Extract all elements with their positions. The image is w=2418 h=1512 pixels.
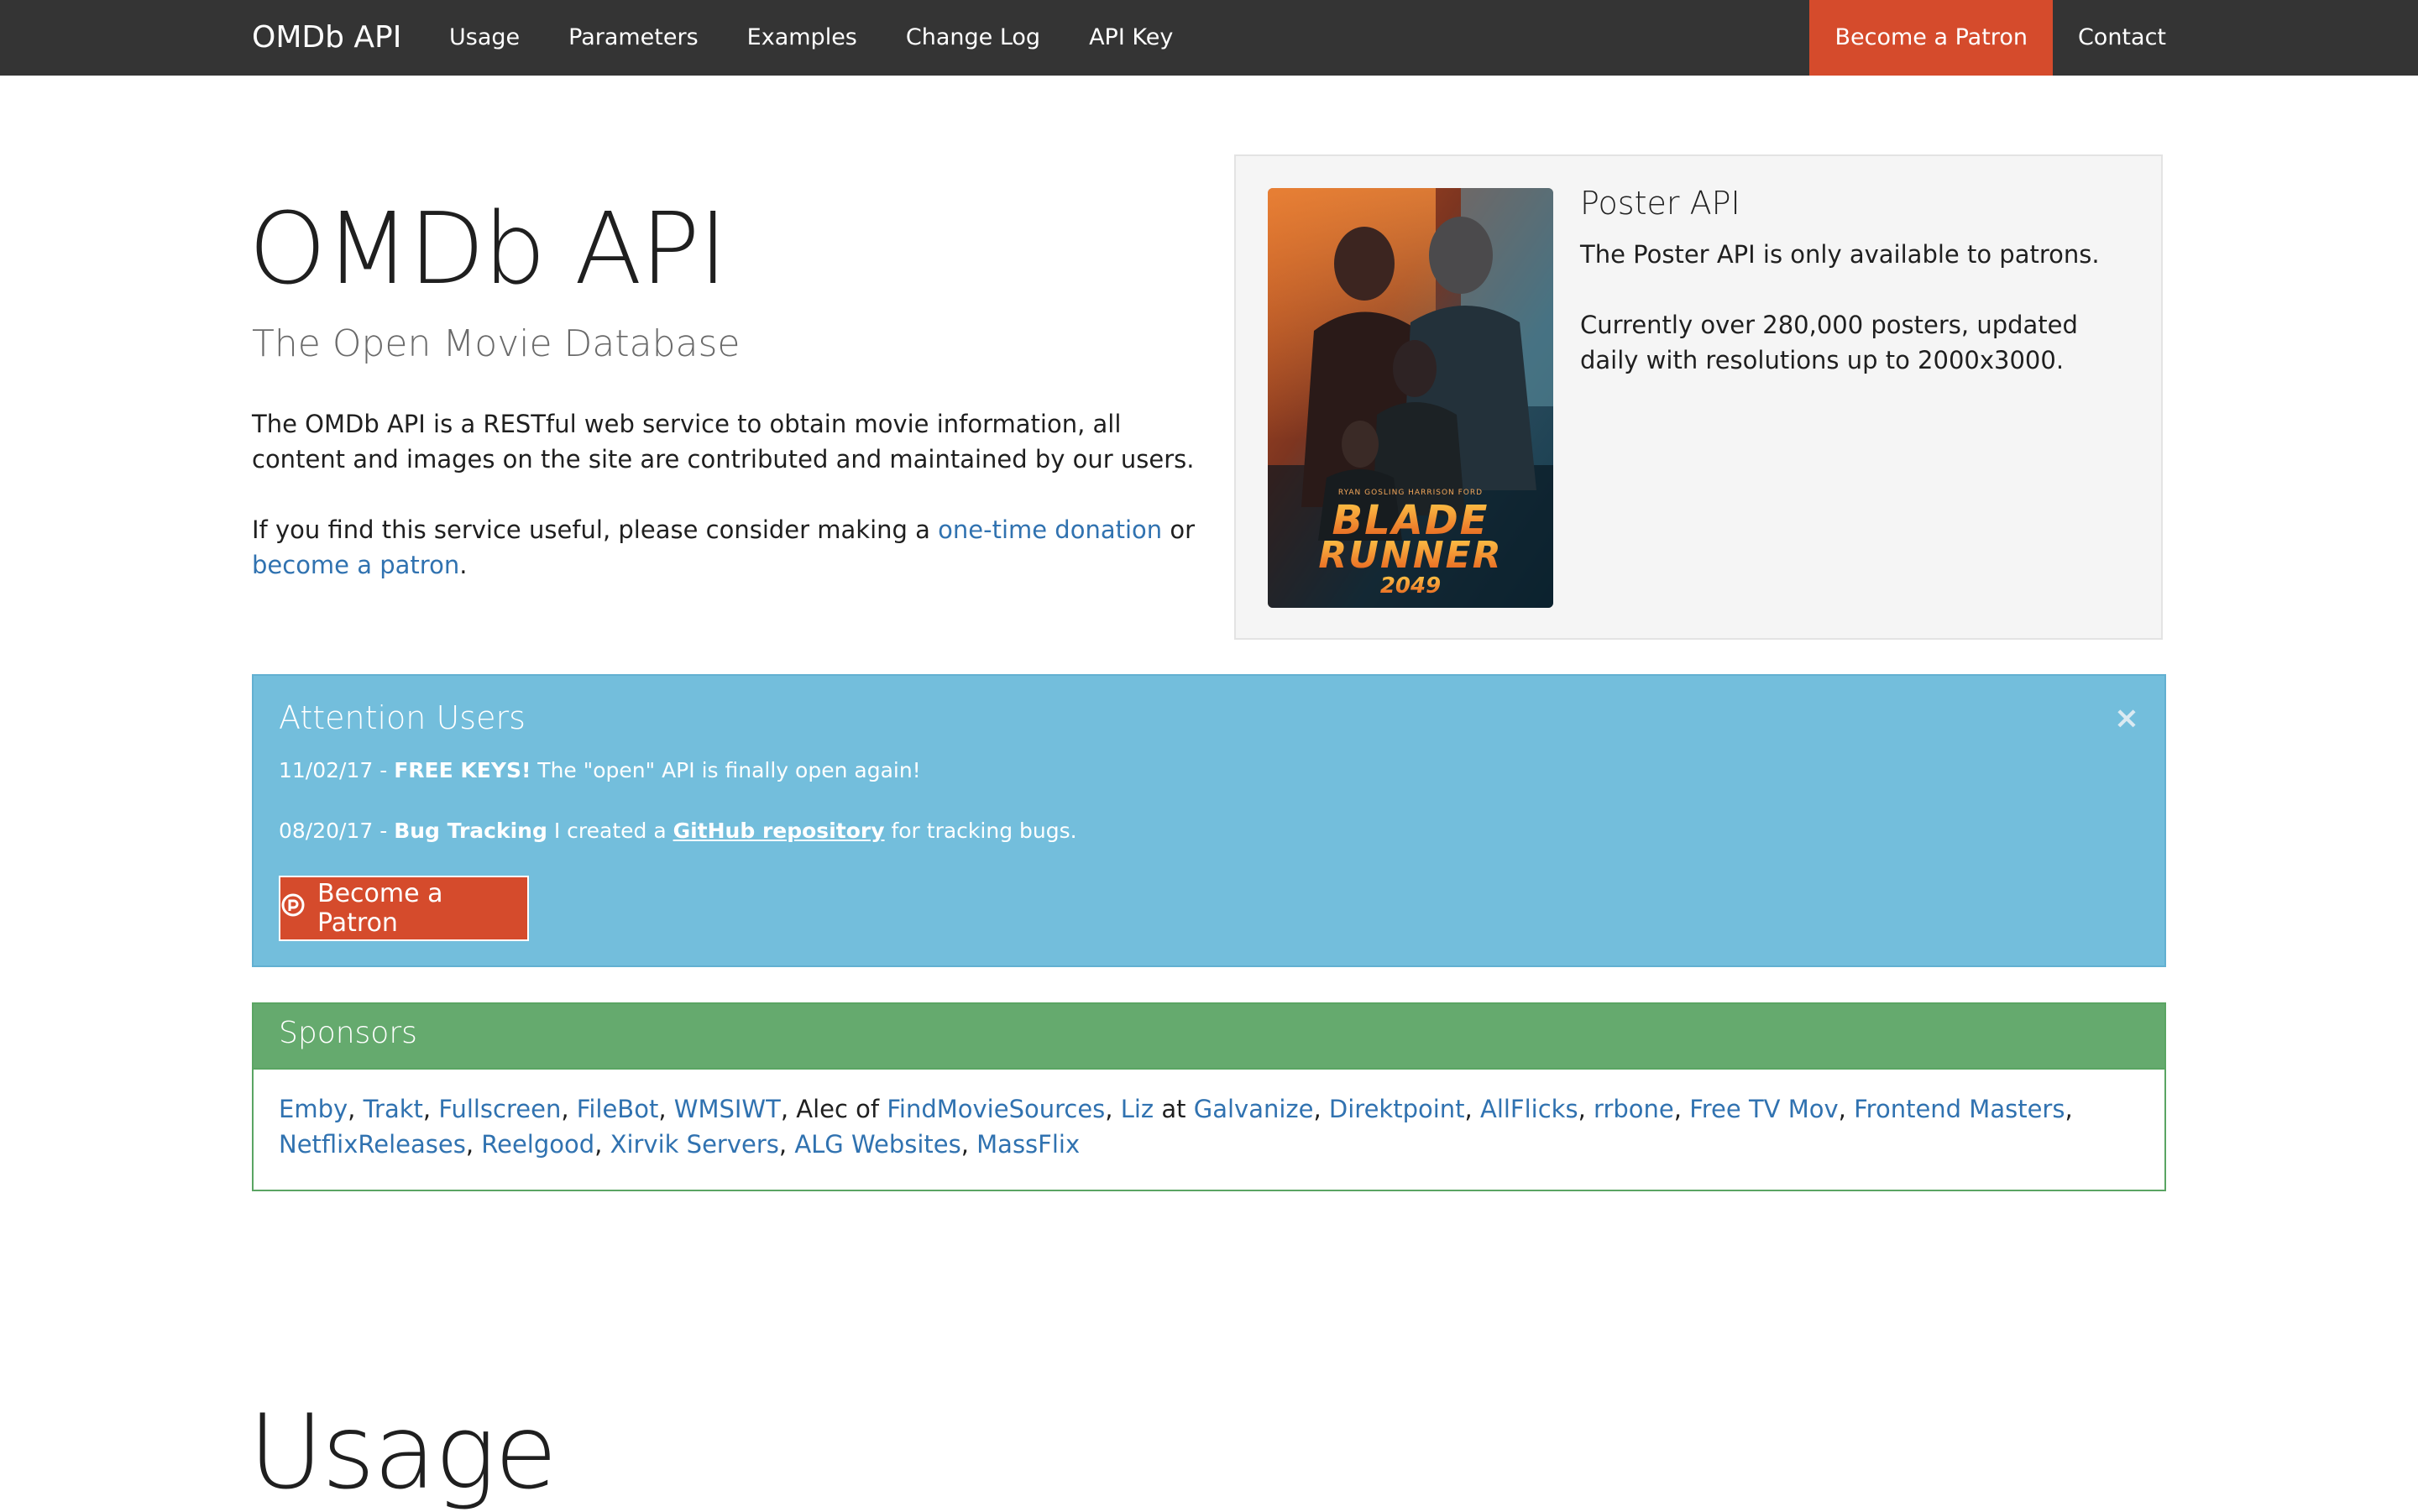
alert-item-text: The "open" API is finally open again! bbox=[531, 758, 921, 782]
alert-date: 08/20/17 - bbox=[279, 819, 395, 843]
sponsor-link[interactable]: MassFlix bbox=[976, 1130, 1080, 1159]
sponsor-link[interactable]: Fullscreen bbox=[438, 1095, 561, 1123]
intro-description: The OMDb API is a RESTful web service to… bbox=[252, 410, 1195, 473]
sponsor-separator: , bbox=[960, 1130, 977, 1159]
nav-link-api-key[interactable]: API Key bbox=[1065, 0, 1197, 76]
sponsor-separator: , bbox=[1673, 1095, 1690, 1123]
alert-item-bug-tracking: 08/20/17 - Bug Tracking I created a GitH… bbox=[279, 819, 1077, 843]
poster-api-patrons-note: The Poster API is only available to patr… bbox=[1580, 240, 2100, 269]
sponsor-separator: , bbox=[1838, 1095, 1855, 1123]
nav-right: Become a Patron Contact bbox=[1809, 0, 2166, 76]
sponsors-header: Sponsors bbox=[254, 1004, 2164, 1070]
alert-item-free-keys: 11/02/17 - FREE KEYS! The "open" API is … bbox=[279, 758, 921, 782]
sponsor-link[interactable]: rrbone bbox=[1594, 1095, 1674, 1123]
sponsor-link[interactable]: AllFlicks bbox=[1480, 1095, 1578, 1123]
nav-become-patron-button[interactable]: Become a Patron bbox=[1809, 0, 2053, 76]
sponsors-list: Emby, Trakt, Fullscreen, FileBot, WMSIWT… bbox=[279, 1091, 2134, 1162]
sponsor-link[interactable]: ALG Websites bbox=[794, 1130, 960, 1159]
top-navbar: OMDb API Usage Parameters Examples Chang… bbox=[0, 0, 2418, 76]
donation-period: . bbox=[459, 551, 468, 579]
poster-api-stats: Currently over 280,000 posters, updated … bbox=[1580, 311, 2078, 374]
sponsor-separator: , bbox=[465, 1130, 482, 1159]
sponsor-link[interactable]: Frontend Masters bbox=[1854, 1095, 2065, 1123]
nav-link-usage[interactable]: Usage bbox=[425, 0, 544, 76]
sponsor-separator: , bbox=[2065, 1095, 2073, 1123]
become-patron-button-label: Become a Patron bbox=[317, 879, 443, 938]
page-subtitle: The Open Movie Database bbox=[252, 322, 741, 365]
sponsor-separator: , bbox=[561, 1095, 577, 1123]
nav-link-change-log[interactable]: Change Log bbox=[882, 0, 1065, 76]
sponsor-separator: , bbox=[1105, 1095, 1121, 1123]
sponsor-separator: at bbox=[1154, 1095, 1194, 1123]
sponsor-link[interactable]: FindMovieSources bbox=[887, 1095, 1105, 1123]
sponsor-separator: , bbox=[1578, 1095, 1594, 1123]
donation-paragraph: If you find this service useful, please … bbox=[252, 512, 1209, 583]
usage-heading: Usage bbox=[249, 1393, 557, 1512]
alert-item-text: for tracking bugs. bbox=[884, 819, 1077, 843]
svg-text:RUNNER: RUNNER bbox=[1318, 534, 1502, 577]
sponsor-link[interactable]: Liz bbox=[1121, 1095, 1154, 1123]
sponsor-separator: , Alec of bbox=[780, 1095, 887, 1123]
sponsor-link[interactable]: NetflixReleases bbox=[279, 1130, 466, 1159]
poster-api-title: Poster API bbox=[1580, 185, 1740, 222]
alert-item-heading: Bug Tracking bbox=[394, 819, 547, 843]
sponsor-separator: , bbox=[1313, 1095, 1329, 1123]
sponsor-link[interactable]: Direktpoint bbox=[1329, 1095, 1465, 1123]
donation-or-text: or bbox=[1170, 515, 1196, 544]
poster-api-card: RYAN GOSLING HARRISON FORD BLADE RUNNER … bbox=[1234, 154, 2163, 640]
alert-title: Attention Users bbox=[279, 699, 526, 736]
blade-runner-poster-image: RYAN GOSLING HARRISON FORD BLADE RUNNER … bbox=[1268, 188, 1553, 608]
sponsor-separator: , bbox=[1464, 1095, 1480, 1123]
page-title: OMDb API bbox=[249, 191, 728, 306]
sponsor-separator: , bbox=[778, 1130, 795, 1159]
patreon-icon bbox=[280, 892, 306, 924]
become-patron-link[interactable]: become a patron bbox=[252, 551, 459, 579]
sponsor-separator: , bbox=[422, 1095, 439, 1123]
nav-brand[interactable]: OMDb API bbox=[252, 0, 401, 76]
sponsors-title: Sponsors bbox=[279, 1016, 417, 1050]
alert-date: 11/02/17 - bbox=[279, 758, 395, 782]
donation-text: If you find this service useful, please … bbox=[252, 515, 930, 544]
sponsor-link[interactable]: Emby bbox=[279, 1095, 348, 1123]
alert-item-heading: FREE KEYS! bbox=[394, 758, 531, 782]
sponsor-link[interactable]: Xirvik Servers bbox=[610, 1130, 779, 1159]
github-repository-link[interactable]: GitHub repository bbox=[673, 819, 885, 843]
sponsor-link[interactable]: FileBot bbox=[577, 1095, 659, 1123]
sponsor-separator: , bbox=[348, 1095, 364, 1123]
sponsor-link[interactable]: Galvanize bbox=[1194, 1095, 1314, 1123]
svg-text:2049: 2049 bbox=[1380, 573, 1441, 599]
sponsor-link[interactable]: Free TV Mov bbox=[1689, 1095, 1838, 1123]
sponsors-panel: Sponsors Emby, Trakt, Fullscreen, FileBo… bbox=[252, 1002, 2166, 1191]
close-icon[interactable]: × bbox=[2114, 701, 2139, 735]
nav-link-parameters[interactable]: Parameters bbox=[544, 0, 723, 76]
become-patron-button[interactable]: Become a Patron bbox=[279, 876, 529, 941]
nav-link-examples[interactable]: Examples bbox=[723, 0, 882, 76]
sponsor-link[interactable]: Trakt bbox=[364, 1095, 423, 1123]
one-time-donation-link[interactable]: one-time donation bbox=[938, 515, 1162, 544]
sponsor-separator: , bbox=[594, 1130, 610, 1159]
nav-links: Usage Parameters Examples Change Log API… bbox=[425, 0, 1197, 76]
nav-link-contact[interactable]: Contact bbox=[2053, 0, 2166, 76]
attention-users-alert: Attention Users × 11/02/17 - FREE KEYS! … bbox=[252, 674, 2166, 967]
svg-text:RYAN GOSLING HARRISON FORD: RYAN GOSLING HARRISON FORD bbox=[1338, 489, 1483, 497]
sponsor-link[interactable]: WMSIWT bbox=[674, 1095, 781, 1123]
alert-item-text: I created a bbox=[547, 819, 673, 843]
sponsor-separator: , bbox=[658, 1095, 674, 1123]
sponsor-link[interactable]: Reelgood bbox=[481, 1130, 594, 1159]
